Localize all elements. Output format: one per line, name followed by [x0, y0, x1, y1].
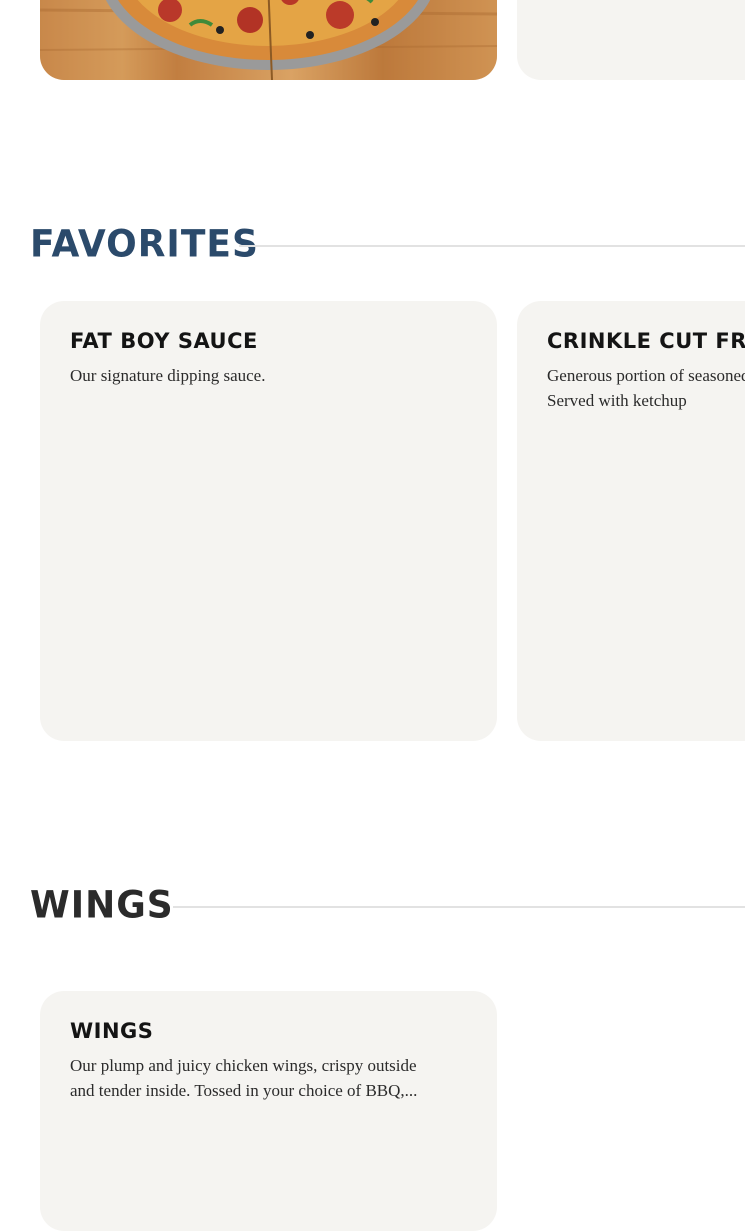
item-title: FAT BOY SAUCE: [70, 329, 258, 353]
pizza-photo[interactable]: [40, 0, 497, 80]
section-title-favorites: FAVORITES: [30, 222, 259, 266]
item-description: Our signature dipping sauce.: [70, 366, 266, 385]
menu-item-card-wings[interactable]: WINGS Our plump and juicy chicken wings,…: [40, 991, 497, 1231]
section-title-wings: WINGS: [30, 883, 174, 927]
item-title: CRINKLE CUT FRIES: [547, 329, 745, 353]
item-title: WINGS: [70, 1019, 154, 1043]
item-description: Our plump and juicy chicken wings, crisp…: [70, 1056, 418, 1100]
item-description: Generous portion of seasoned Served with …: [547, 366, 745, 410]
section-divider: [239, 245, 745, 247]
section-divider: [173, 906, 745, 908]
menu-item-card-fat-boy-sauce[interactable]: FAT BOY SAUCE Our signature dipping sauc…: [40, 301, 497, 741]
menu-item-card-crinkle-cut-fries[interactable]: CRINKLE CUT FRIES Generous portion of se…: [517, 301, 745, 741]
menu-item-card-top-right[interactable]: [517, 0, 745, 80]
